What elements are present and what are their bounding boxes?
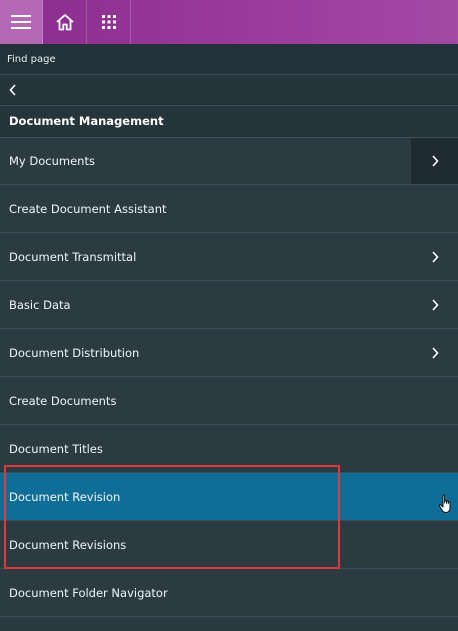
home-icon bbox=[55, 14, 74, 31]
menu-item-label: Document Transmittal bbox=[9, 249, 137, 264]
menu-item-label: Basic Data bbox=[9, 297, 71, 312]
menu-item-label: Document Revision bbox=[9, 489, 121, 504]
menu-item-label: Document Distribution bbox=[9, 345, 140, 360]
apps-grid-icon bbox=[101, 15, 116, 29]
menu-item-document-transmittal[interactable]: Document Transmittal bbox=[0, 233, 458, 281]
menu-item-label: Document Revisions bbox=[9, 537, 127, 552]
hand-cursor-icon bbox=[438, 494, 451, 513]
section-title: Document Management bbox=[0, 106, 458, 138]
chevron-right-icon bbox=[430, 250, 440, 264]
chevron-right-icon bbox=[431, 155, 439, 167]
menu-item-label: Document Folder Navigator bbox=[9, 585, 168, 600]
chevron-right-icon bbox=[430, 346, 440, 360]
menu-item-create-documents[interactable]: Create Documents bbox=[0, 377, 458, 425]
find-page-field[interactable]: Find page bbox=[0, 44, 458, 75]
chevron-right-icon bbox=[430, 298, 440, 312]
menu-item-basic-data[interactable]: Basic Data bbox=[0, 281, 458, 329]
menu-button[interactable] bbox=[0, 0, 43, 44]
app-window: Find page Document Management My Documen… bbox=[0, 0, 458, 631]
expand-button[interactable] bbox=[411, 138, 458, 184]
menu-item-document-distribution[interactable]: Document Distribution bbox=[0, 329, 458, 377]
menu-item-document-folder-navigator[interactable]: Document Folder Navigator bbox=[0, 569, 458, 617]
menu-item-label: Document Titles bbox=[9, 441, 103, 456]
menu-item-document-revision[interactable]: Document Revision bbox=[0, 473, 458, 521]
apps-button[interactable] bbox=[87, 0, 131, 44]
menu-item-label: My Documents bbox=[9, 154, 95, 168]
menu-item-create-document-assistant[interactable]: Create Document Assistant bbox=[0, 185, 458, 233]
menu-item-label: Create Document Assistant bbox=[9, 201, 167, 216]
menu-item-document-revisions[interactable]: Document Revisions bbox=[0, 521, 458, 569]
hamburger-icon bbox=[11, 15, 31, 29]
menu-item-label: Create Documents bbox=[9, 393, 117, 408]
navigation-menu: My Documents Create Document Assistant D… bbox=[0, 138, 458, 617]
chevron-left-icon bbox=[9, 84, 16, 96]
home-button[interactable] bbox=[43, 0, 87, 44]
back-button[interactable] bbox=[0, 75, 458, 106]
menu-item-document-titles[interactable]: Document Titles bbox=[0, 425, 458, 473]
menu-item-my-documents[interactable]: My Documents bbox=[0, 138, 458, 185]
top-bar bbox=[0, 0, 458, 44]
